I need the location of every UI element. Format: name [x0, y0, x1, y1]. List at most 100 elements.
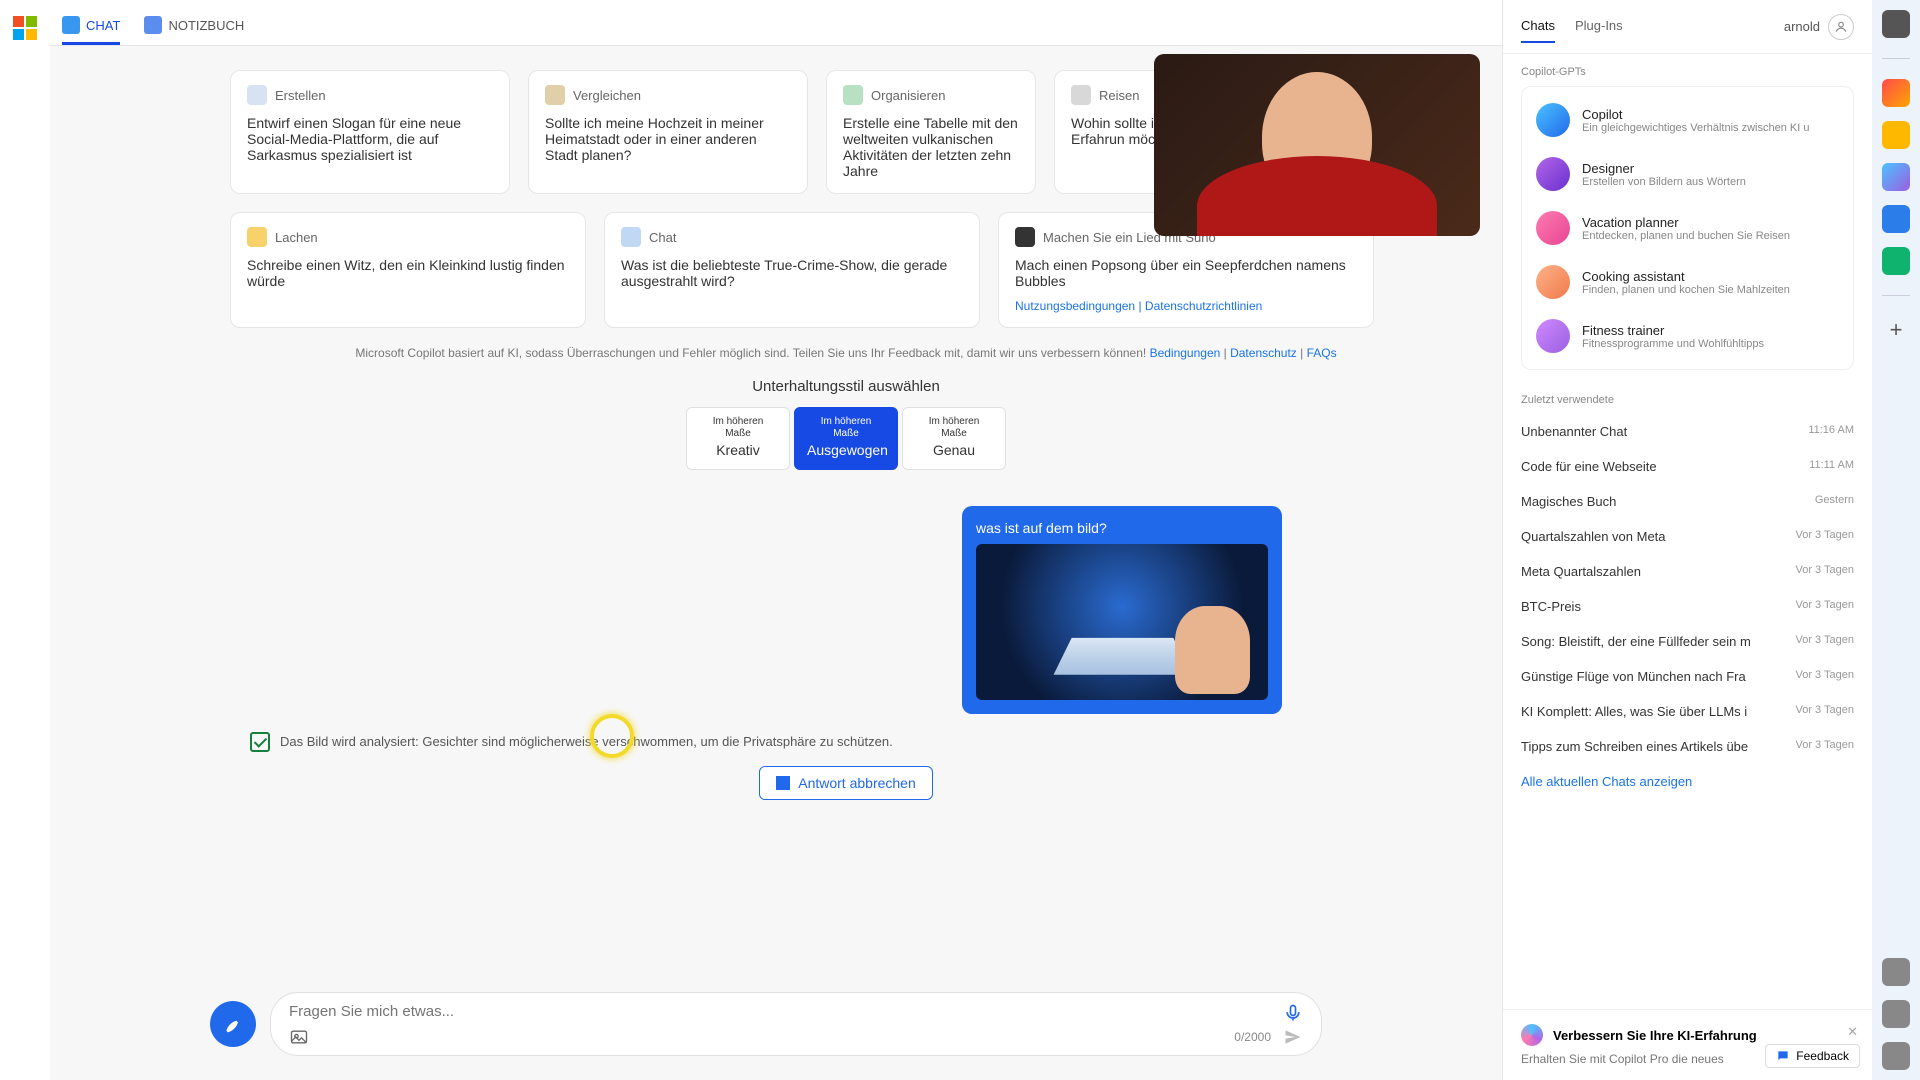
settings-icon[interactable] — [1882, 1042, 1910, 1070]
tab-chats[interactable]: Chats — [1521, 10, 1555, 43]
gpt-item[interactable]: CopilotEin gleichgewichtiges Verhältnis … — [1522, 93, 1853, 147]
promo-panel: Verbessern Sie Ihre KI-Erfahrung Erhalte… — [1503, 1009, 1872, 1080]
recent-chat-item[interactable]: Günstige Flüge von München nach FraVor 3… — [1521, 659, 1854, 694]
gpt-desc: Fitnessprogramme und Wohlfühltipps — [1582, 338, 1764, 350]
user-message-bubble: was ist auf dem bild? — [962, 506, 1282, 714]
gpt-item[interactable]: Fitness trainerFitnessprogramme und Wohl… — [1522, 309, 1853, 363]
suggestion-card[interactable]: Chat Was ist die beliebteste True-Crime-S… — [604, 212, 980, 328]
microsoft-logo-icon — [13, 16, 37, 40]
search-icon[interactable] — [1882, 10, 1910, 38]
recent-chat-item[interactable]: Quartalszahlen von MetaVor 3 Tagen — [1521, 519, 1854, 554]
edge-app-3-icon[interactable] — [1882, 163, 1910, 191]
link-terms[interactable]: Bedingungen — [1150, 346, 1221, 360]
new-topic-button[interactable] — [210, 1001, 256, 1047]
analyzing-status-row: Das Bild wird analysiert: Gesichter sind… — [250, 732, 1462, 752]
recent-chat-item[interactable]: Unbenannter Chat11:16 AM — [1521, 414, 1854, 449]
chat-icon — [62, 16, 80, 34]
gpt-avatar-icon — [1536, 319, 1570, 353]
edge-sidebar: + — [1872, 0, 1920, 1080]
card-link-privacy[interactable]: Datenschutzrichtlinien — [1145, 299, 1262, 313]
edge-app-5-icon[interactable] — [1882, 247, 1910, 275]
card-category-icon — [247, 227, 267, 247]
gpt-desc: Entdecken, planen und buchen Sie Reisen — [1582, 230, 1790, 242]
recent-chat-time: Vor 3 Tagen — [1795, 564, 1854, 579]
plus-icon[interactable]: + — [1882, 316, 1910, 344]
card-body: Entwirf einen Slogan für eine neue Socia… — [247, 115, 493, 163]
recent-chat-item[interactable]: KI Komplett: Alles, was Sie über LLMs iV… — [1521, 694, 1854, 729]
tab-plugins[interactable]: Plug-Ins — [1575, 10, 1623, 43]
card-body: Was ist die beliebteste True-Crime-Show,… — [621, 257, 963, 289]
copilot-pro-icon — [1521, 1024, 1543, 1046]
chat-input-box: 0/2000 — [270, 992, 1322, 1056]
right-panel: Chats Plug-Ins arnold Copilot-GPTs Copil… — [1502, 0, 1872, 1080]
edge-app-2-icon[interactable] — [1882, 121, 1910, 149]
card-title: Chat — [649, 230, 676, 245]
tab-chat-label: CHAT — [86, 18, 120, 33]
gpts-section-label: Copilot-GPTs — [1521, 66, 1854, 78]
recent-chat-name: Günstige Flüge von München nach Fra — [1521, 669, 1746, 684]
recent-chat-time: Vor 3 Tagen — [1795, 599, 1854, 614]
recent-chat-name: BTC-Preis — [1521, 599, 1581, 614]
card-category-icon — [843, 85, 863, 105]
gpt-title: Fitness trainer — [1582, 323, 1764, 338]
microphone-icon[interactable] — [1283, 1003, 1303, 1023]
feedback-button[interactable]: Feedback — [1765, 1044, 1860, 1068]
gpt-item[interactable]: DesignerErstellen von Bildern aus Wörter… — [1522, 147, 1853, 201]
recent-chat-time: Vor 3 Tagen — [1795, 634, 1854, 649]
user-badge[interactable]: arnold — [1784, 14, 1854, 40]
uploaded-image-thumbnail[interactable] — [976, 544, 1268, 700]
recent-chat-item[interactable]: Tipps zum Schreiben eines Artikels übeVo… — [1521, 729, 1854, 764]
send-icon[interactable] — [1283, 1027, 1303, 1047]
gpt-title: Vacation planner — [1582, 215, 1790, 230]
input-area: 0/2000 — [50, 992, 1502, 1080]
style-creative[interactable]: Im höheren MaßeKreativ — [686, 407, 790, 470]
gpts-list: CopilotEin gleichgewichtiges Verhältnis … — [1521, 86, 1854, 370]
recent-list: Unbenannter Chat11:16 AMCode für eine We… — [1521, 414, 1854, 764]
suggestion-card[interactable]: VergleichenSollte ich meine Hochzeit in … — [528, 70, 808, 194]
style-precise[interactable]: Im höheren MaßeGenau — [902, 407, 1006, 470]
recent-chat-item[interactable]: Code für eine Webseite11:11 AM — [1521, 449, 1854, 484]
close-icon[interactable]: ✕ — [1847, 1024, 1858, 1040]
card-category-icon — [545, 85, 565, 105]
style-selector: Im höheren MaßeKreativ Im höheren MaßeAu… — [230, 407, 1462, 470]
recent-chat-item[interactable]: Meta Quartalszahlen Vor 3 Tagen — [1521, 554, 1854, 589]
char-counter: 0/2000 — [1234, 1030, 1271, 1044]
suggestion-card[interactable]: LachenSchreibe einen Witz, den ein Klein… — [230, 212, 586, 328]
gpt-title: Cooking assistant — [1582, 269, 1790, 284]
suggestion-card[interactable]: Erstellen Entwirf einen Slogan für eine n… — [230, 70, 510, 194]
analyzing-text: Das Bild wird analysiert: Gesichter sind… — [280, 734, 893, 749]
chat-input[interactable] — [289, 1003, 1303, 1020]
stop-responding-button[interactable]: Antwort abbrechen — [759, 766, 933, 800]
recent-chat-item[interactable]: Magisches BuchGestern — [1521, 484, 1854, 519]
card-link-terms[interactable]: Nutzungsbedingungen — [1015, 299, 1135, 313]
recent-chat-item[interactable]: Song: Bleistift, der eine Füllfeder sein… — [1521, 624, 1854, 659]
recent-chat-time: Vor 3 Tagen — [1795, 529, 1854, 544]
top-tabs: CHAT NOTIZBUCH — [50, 0, 1502, 46]
tab-notebook[interactable]: NOTIZBUCH — [144, 8, 244, 45]
image-attach-icon[interactable] — [289, 1027, 309, 1047]
user-name: arnold — [1784, 19, 1820, 34]
card-category-icon — [1015, 227, 1035, 247]
gpt-item[interactable]: Vacation plannerEntdecken, planen und bu… — [1522, 201, 1853, 255]
edge-app-1-icon[interactable] — [1882, 79, 1910, 107]
feedback-icon — [1776, 1049, 1790, 1063]
style-title: Unterhaltungsstil auswählen — [230, 378, 1462, 395]
card-title: Erstellen — [275, 88, 326, 103]
style-balanced[interactable]: Im höheren MaßeAusgewogen — [794, 407, 898, 470]
link-faqs[interactable]: FAQs — [1307, 346, 1337, 360]
edge-tool-2-icon[interactable] — [1882, 1000, 1910, 1028]
card-body: Erstelle eine Tabelle mit den weltweiten… — [843, 115, 1019, 179]
edge-app-4-icon[interactable] — [1882, 205, 1910, 233]
gpt-item[interactable]: Cooking assistantFinden, planen und koch… — [1522, 255, 1853, 309]
card-body: Schreibe einen Witz, den ein Kleinkind l… — [247, 257, 569, 289]
show-all-chats-link[interactable]: Alle aktuellen Chats anzeigen — [1521, 764, 1854, 799]
link-privacy[interactable]: Datenschutz — [1230, 346, 1297, 360]
edge-tool-1-icon[interactable] — [1882, 958, 1910, 986]
main-column: CHAT NOTIZBUCH Erstellen Entwirf einen Sl… — [50, 0, 1502, 1080]
recent-chat-item[interactable]: BTC-Preis Vor 3 Tagen — [1521, 589, 1854, 624]
card-body: Sollte ich meine Hochzeit in meiner Heim… — [545, 115, 791, 163]
recent-chat-time: Vor 3 Tagen — [1795, 739, 1854, 754]
tab-chat[interactable]: CHAT — [62, 8, 120, 45]
suggestion-card[interactable]: OrganisierenErstelle eine Tabelle mit de… — [826, 70, 1036, 194]
recent-chat-name: Meta Quartalszahlen — [1521, 564, 1641, 579]
